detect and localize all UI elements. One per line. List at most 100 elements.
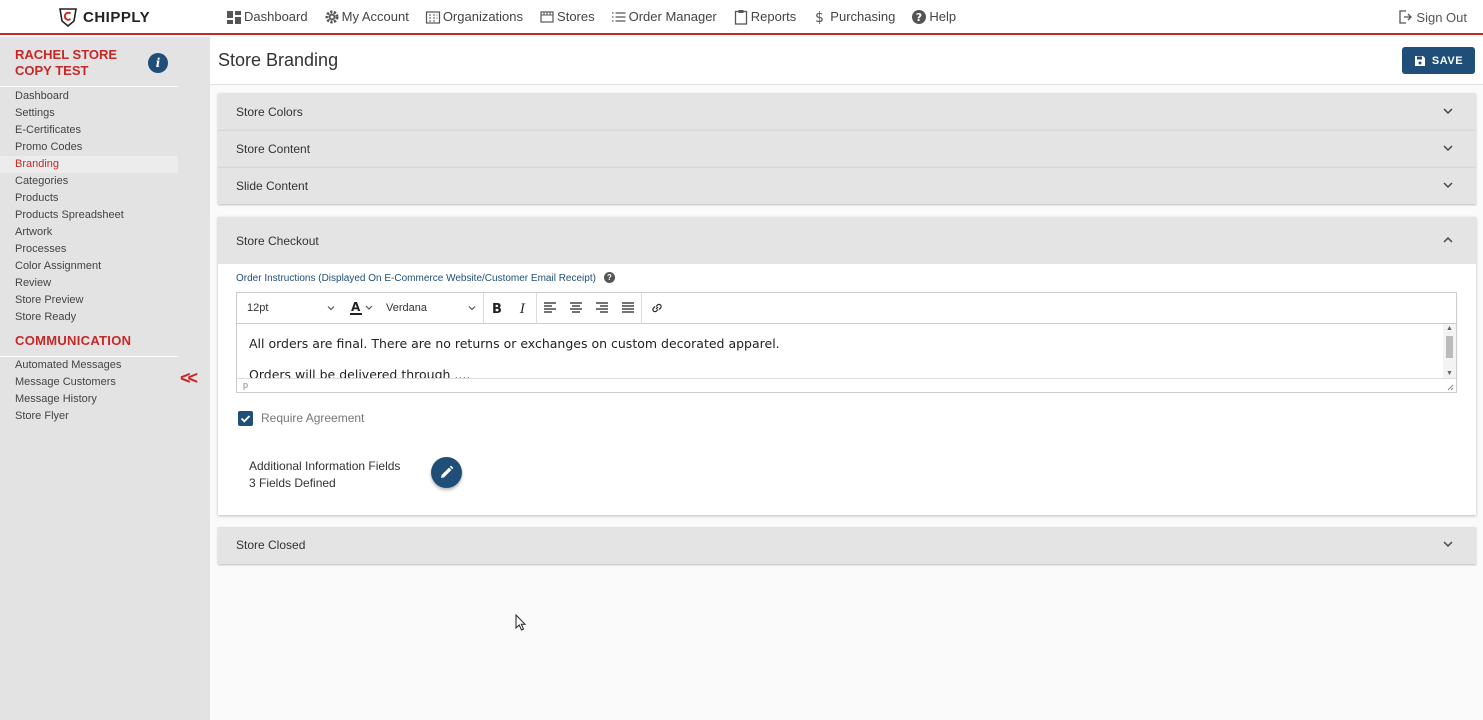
info-icon[interactable]: i — [148, 53, 168, 73]
require-agreement-label[interactable]: Require Agreement — [261, 411, 364, 425]
sidebar-item-store-ready[interactable]: Store Ready — [0, 309, 178, 326]
nav-label: Help — [929, 9, 957, 24]
panel-store-closed[interactable]: Store Closed — [218, 527, 1476, 564]
nav-reports[interactable]: Reports — [733, 9, 797, 25]
panel-store-checkout-header[interactable]: Store Checkout — [218, 217, 1476, 264]
sidebar-item-products-spreadsheet[interactable]: Products Spreadsheet — [0, 207, 178, 224]
align-justify-button[interactable] — [615, 293, 641, 324]
panel-label: Store Colors — [236, 105, 303, 119]
text-color-icon: A — [350, 301, 373, 315]
nav-stores[interactable]: Stores — [539, 9, 595, 25]
additional-fields-title: Additional Information Fields — [249, 459, 401, 473]
sidebar-item-message-history[interactable]: Message History — [0, 391, 178, 408]
nav-purchasing[interactable]: $ Purchasing — [812, 9, 895, 25]
sidebar-item-e-certificates[interactable]: E-Certificates — [0, 122, 178, 139]
sidebar: RACHEL STORE COPY TEST i Dashboard Setti… — [0, 37, 210, 720]
scroll-down-arrow-icon[interactable]: ▼ — [1446, 370, 1453, 377]
sidebar-item-branding[interactable]: Branding — [0, 156, 178, 173]
store-icon — [540, 10, 554, 23]
scroll-thumb[interactable] — [1446, 336, 1453, 358]
editor-toolbar: 12pt A Verdana B I — [237, 292, 1456, 324]
checkmark-icon — [240, 415, 251, 423]
bold-button[interactable]: B — [484, 293, 510, 324]
sidebar-item-promo-codes[interactable]: Promo Codes — [0, 139, 178, 156]
nav-label: Reports — [750, 9, 797, 24]
nav-help[interactable]: ? Help — [911, 9, 956, 25]
save-label: SAVE — [1431, 54, 1464, 67]
panel-store-content[interactable]: Store Content — [218, 130, 1476, 167]
nav-label: Order Manager — [628, 9, 717, 24]
main-content: Store Branding SAVE Store Colors Store C… — [210, 37, 1483, 720]
nav-label: Stores — [557, 9, 595, 24]
sidebar-item-artwork[interactable]: Artwork — [0, 224, 178, 241]
page-title: Store Branding — [218, 50, 339, 70]
font-size-select[interactable]: 12pt — [237, 293, 342, 324]
pencil-icon — [441, 465, 454, 478]
mouse-pointer-icon — [515, 614, 527, 631]
clipboard-icon — [734, 9, 747, 25]
chevron-up-icon — [1443, 236, 1453, 243]
main-nav: Dashboard My Account Organizations Store… — [226, 0, 956, 33]
chipply-shield-icon — [59, 8, 77, 27]
scroll-up-arrow-icon[interactable]: ▲ — [1446, 325, 1453, 332]
store-name: RACHEL STORE COPY TEST — [15, 47, 118, 78]
chevron-down-icon — [1443, 108, 1453, 115]
chevron-down-icon — [1443, 541, 1453, 548]
question-circle-icon[interactable]: ? — [604, 272, 615, 283]
rich-text-editor: 12pt A Verdana B I All orders are final.… — [236, 292, 1457, 393]
sign-out-icon — [1399, 10, 1413, 24]
svg-text:I: I — [519, 302, 526, 315]
sidebar-item-settings[interactable]: Settings — [0, 105, 178, 122]
font-size-value: 12pt — [247, 302, 269, 314]
align-justify-icon — [622, 302, 634, 313]
sidebar-menu: Dashboard Settings E-Certificates Promo … — [0, 88, 178, 326]
panel-label: Slide Content — [236, 179, 309, 193]
sidebar-item-automated-messages[interactable]: Automated Messages — [0, 357, 178, 374]
edit-additional-fields-button[interactable] — [431, 457, 462, 488]
sidebar-item-dashboard[interactable]: Dashboard — [0, 88, 178, 105]
nav-label: Organizations — [442, 9, 524, 24]
align-left-button[interactable] — [537, 293, 563, 324]
editor-content[interactable]: All orders are final. There are no retur… — [237, 324, 1442, 378]
nav-label: My Account — [341, 9, 409, 24]
svg-text:?: ? — [916, 11, 922, 24]
collapse-sidebar-button[interactable]: << — [180, 368, 198, 389]
page-header: Store Branding SAVE — [210, 37, 1483, 85]
sign-out-link[interactable]: Sign Out — [1397, 9, 1467, 25]
nav-label: Dashboard — [244, 9, 308, 24]
sidebar-item-processes[interactable]: Processes — [0, 241, 178, 258]
insert-link-button[interactable] — [642, 293, 672, 324]
sidebar-item-store-flyer[interactable]: Store Flyer — [0, 408, 178, 425]
nav-my-account[interactable]: My Account — [324, 9, 409, 25]
element-path: p — [243, 380, 249, 390]
svg-text:B: B — [492, 302, 502, 315]
sidebar-item-message-customers[interactable]: Message Customers — [0, 374, 178, 391]
help-icon: ? — [912, 9, 927, 24]
save-button[interactable]: SAVE — [1402, 47, 1475, 74]
nav-dashboard[interactable]: Dashboard — [226, 9, 308, 25]
panel-store-colors[interactable]: Store Colors — [218, 93, 1476, 130]
link-icon — [652, 303, 662, 313]
panel-label: Store Content — [236, 142, 311, 156]
italic-button[interactable]: I — [510, 293, 536, 324]
floppy-disk-icon — [1414, 55, 1425, 66]
sidebar-item-products[interactable]: Products — [0, 190, 178, 207]
font-family-select[interactable]: Verdana — [382, 293, 483, 324]
align-center-button[interactable] — [563, 293, 589, 324]
require-agreement-checkbox[interactable] — [238, 411, 253, 426]
panel-slide-content[interactable]: Slide Content — [218, 167, 1476, 204]
sidebar-item-store-preview[interactable]: Store Preview — [0, 292, 178, 309]
nav-organizations[interactable]: Organizations — [425, 9, 523, 25]
nav-order-manager[interactable]: Order Manager — [611, 9, 717, 25]
chipply-logo[interactable]: CHIPPLY — [58, 7, 150, 27]
resize-handle-icon[interactable] — [1447, 384, 1454, 391]
align-right-button[interactable] — [589, 293, 615, 324]
sidebar-item-color-assignment[interactable]: Color Assignment — [0, 258, 178, 275]
brand-name: CHIPPLY — [83, 8, 151, 26]
list-icon — [611, 11, 626, 22]
sidebar-item-categories[interactable]: Categories — [0, 173, 178, 190]
editor-paragraph: Orders will be delivered through .... — [249, 367, 471, 378]
text-color-button[interactable]: A — [342, 293, 382, 324]
sidebar-item-review[interactable]: Review — [0, 275, 178, 292]
editor-scrollbar[interactable]: ▲ ▼ — [1443, 324, 1456, 378]
